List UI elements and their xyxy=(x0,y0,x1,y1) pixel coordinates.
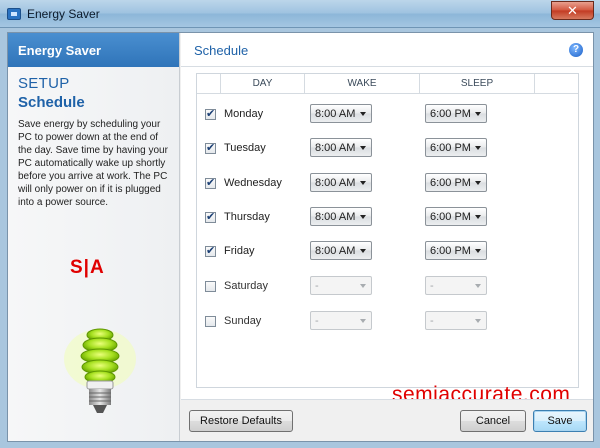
sleep-time-value: 6:00 PM xyxy=(430,211,471,223)
chevron-down-icon xyxy=(475,284,481,288)
chevron-down-icon xyxy=(360,284,366,288)
sleep-time-select: - xyxy=(425,276,487,295)
app-icon xyxy=(7,8,21,20)
wake-time-value: - xyxy=(315,280,319,292)
day-checkbox[interactable] xyxy=(205,176,216,189)
day-checkbox[interactable] xyxy=(205,316,216,327)
sleep-time-select[interactable]: 6:00 PM xyxy=(425,241,487,260)
sleep-time-value: 6:00 PM xyxy=(430,177,471,189)
header-wake: WAKE xyxy=(305,74,420,94)
main-panel: Schedule ? DAY WAKE SLEEP Monday 8:00 AM… xyxy=(181,33,593,441)
table-row: Friday 8:00 AM 6:00 PM xyxy=(197,240,578,266)
day-label: Friday xyxy=(224,245,255,257)
day-label: Monday xyxy=(224,108,264,120)
wake-time-select[interactable]: 8:00 AM xyxy=(310,138,372,157)
sleep-time-value: - xyxy=(430,280,434,292)
wake-time-value: 8:00 AM xyxy=(315,177,356,189)
wake-time-select[interactable]: 8:00 AM xyxy=(310,207,372,226)
day-checkbox[interactable] xyxy=(205,141,216,154)
help-icon[interactable]: ? xyxy=(569,43,583,57)
schedule-table: DAY WAKE SLEEP Monday 8:00 AM 6:00 PM Tu… xyxy=(196,73,579,406)
sidebar: Energy Saver SETUP Schedule Save energy … xyxy=(8,33,180,441)
site-logo: S|A xyxy=(70,257,105,278)
table-row: Saturday - - xyxy=(197,275,578,301)
lightbulb-icon xyxy=(64,328,136,413)
title-bar: Energy Saver ✕ xyxy=(0,0,600,28)
chevron-down-icon xyxy=(360,319,366,323)
sleep-time-select[interactable]: 6:00 PM xyxy=(425,138,487,157)
sleep-time-select[interactable]: 6:00 PM xyxy=(425,207,487,226)
chevron-down-icon xyxy=(475,146,481,150)
wake-time-select: - xyxy=(310,311,372,330)
day-label: Sunday xyxy=(224,315,262,327)
chevron-down-icon xyxy=(360,112,366,116)
table-row: Sunday - - xyxy=(197,310,578,336)
chevron-down-icon xyxy=(475,112,481,116)
sleep-time-value: - xyxy=(430,315,434,327)
chevron-down-icon xyxy=(360,146,366,150)
table-header: DAY WAKE SLEEP xyxy=(197,74,578,94)
day-label: Wednesday xyxy=(224,177,282,189)
table-row: Thursday 8:00 AM 6:00 PM xyxy=(197,206,578,232)
chevron-down-icon xyxy=(475,215,481,219)
table-row: Tuesday 8:00 AM 6:00 PM xyxy=(197,137,578,163)
table-row: Wednesday 8:00 AM 6:00 PM xyxy=(197,172,578,198)
close-button[interactable]: ✕ xyxy=(551,1,594,20)
wake-time-select[interactable]: 8:00 AM xyxy=(310,104,372,123)
chevron-down-icon xyxy=(475,319,481,323)
header-check-col xyxy=(197,74,221,94)
cancel-button[interactable]: Cancel xyxy=(460,410,526,432)
sleep-time-select[interactable]: 6:00 PM xyxy=(425,173,487,192)
sleep-time-value: 6:00 PM xyxy=(430,245,471,257)
day-label: Thursday xyxy=(224,211,270,223)
main-header: Schedule ? xyxy=(181,33,593,67)
chevron-down-icon xyxy=(360,215,366,219)
window-title: Energy Saver xyxy=(27,7,100,21)
save-button[interactable]: Save xyxy=(533,410,587,432)
sleep-time-select[interactable]: 6:00 PM xyxy=(425,104,487,123)
wake-time-value: 8:00 AM xyxy=(315,142,356,154)
sidebar-setup-label: SETUP xyxy=(18,75,70,92)
sidebar-section-title: Schedule xyxy=(18,94,85,111)
page-title: Schedule xyxy=(194,43,249,58)
chevron-down-icon xyxy=(360,249,366,253)
sleep-time-select: - xyxy=(425,311,487,330)
chevron-down-icon xyxy=(475,181,481,185)
day-checkbox[interactable] xyxy=(205,244,216,257)
chevron-down-icon xyxy=(360,181,366,185)
day-label: Tuesday xyxy=(224,142,266,154)
window-client: Energy Saver SETUP Schedule Save energy … xyxy=(7,32,594,442)
day-checkbox[interactable] xyxy=(205,210,216,223)
header-day: DAY xyxy=(221,74,305,94)
wake-time-select[interactable]: 8:00 AM xyxy=(310,173,372,192)
table-row: Monday 8:00 AM 6:00 PM xyxy=(197,103,578,129)
day-checkbox[interactable] xyxy=(205,107,216,120)
day-checkbox[interactable] xyxy=(205,281,216,292)
sidebar-header: Energy Saver xyxy=(8,33,179,67)
wake-time-value: 8:00 AM xyxy=(315,211,356,223)
sleep-time-value: 6:00 PM xyxy=(430,142,471,154)
sleep-time-value: 6:00 PM xyxy=(430,108,471,120)
sidebar-description: Save energy by scheduling your PC to pow… xyxy=(18,119,168,208)
day-label: Saturday xyxy=(224,280,269,292)
wake-time-select[interactable]: 8:00 AM xyxy=(310,241,372,260)
wake-time-value: 8:00 AM xyxy=(315,245,356,257)
wake-time-value: 8:00 AM xyxy=(315,108,356,120)
header-sleep: SLEEP xyxy=(420,74,535,94)
restore-defaults-button[interactable]: Restore Defaults xyxy=(189,410,293,432)
wake-time-value: - xyxy=(315,315,319,327)
footer: Restore Defaults Cancel Save xyxy=(181,399,593,441)
wake-time-select: - xyxy=(310,276,372,295)
window-frame: Energy Saver SETUP Schedule Save energy … xyxy=(0,28,600,448)
chevron-down-icon xyxy=(475,249,481,253)
